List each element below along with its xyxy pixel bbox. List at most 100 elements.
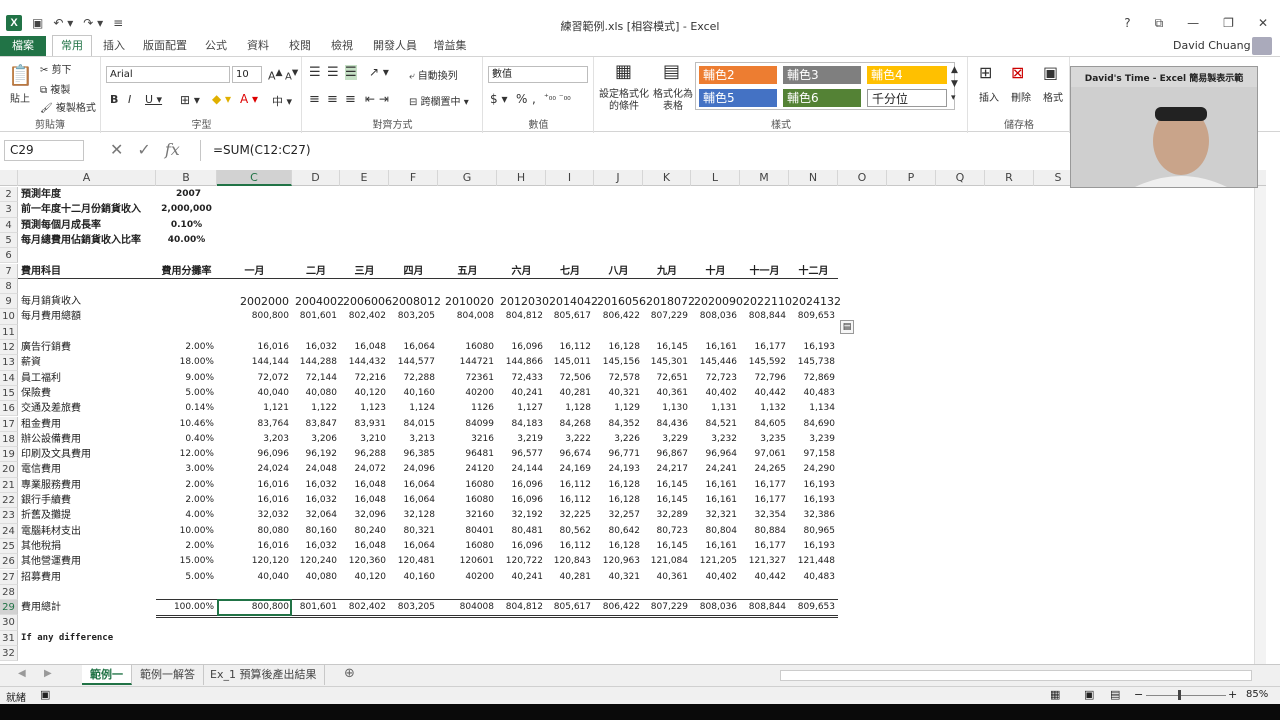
format-cells-button[interactable]: 格式 (1043, 89, 1063, 104)
expense-name[interactable]: 廣告行銷費 (21, 340, 153, 355)
comma-icon[interactable]: , (532, 92, 536, 106)
expense-value[interactable]: 32160 (441, 508, 494, 523)
total-value[interactable]: 808,036 (694, 600, 737, 615)
expense-value[interactable]: 16,064 (392, 493, 436, 508)
fill-color-icon[interactable]: ◆ ▾ (212, 92, 231, 106)
column-header-h[interactable]: H (497, 170, 546, 186)
align-center-icon[interactable]: ≡ (327, 92, 338, 107)
expense-value[interactable]: 16,128 (597, 340, 641, 355)
align-top-icon[interactable]: ☰ (309, 65, 321, 80)
expense-value[interactable]: 40,120 (343, 570, 387, 585)
tab-file[interactable]: 檔案 (0, 36, 46, 56)
expense-value[interactable]: 80401 (441, 524, 494, 539)
expense-value[interactable]: 80,642 (597, 524, 641, 539)
row-header-15[interactable]: 15 (0, 385, 18, 402)
expense-value[interactable]: 16,096 (500, 539, 544, 554)
sales-value[interactable]: 2006006 (343, 294, 392, 309)
sales-value[interactable]: 2020090 (694, 294, 743, 309)
cell-style-accent5[interactable]: 輔色5 (699, 89, 777, 107)
expense-name[interactable]: 印刷及文具費用 (21, 447, 153, 462)
expense-value[interactable]: 16080 (441, 478, 494, 493)
total-expense-value[interactable]: 808,844 (743, 309, 786, 324)
sales-value[interactable]: 2016056 (597, 294, 646, 309)
row-header-16[interactable]: 16 (0, 401, 18, 417)
expense-name[interactable]: 辦公設備費用 (21, 432, 153, 447)
expense-value[interactable]: 40,281 (549, 386, 592, 401)
font-color-icon[interactable]: A ▾ (240, 92, 258, 106)
expense-name[interactable]: 員工福利 (21, 371, 153, 386)
header-month[interactable]: 十一月 (743, 264, 786, 279)
expense-value[interactable]: 16,193 (792, 340, 836, 355)
tab-data[interactable]: 資料 (242, 36, 274, 56)
cell-style-comma[interactable]: 千分位 (867, 89, 947, 107)
expense-value[interactable]: 145,592 (743, 355, 786, 370)
expense-value[interactable]: 24,144 (500, 462, 544, 477)
expense-value[interactable]: 72,216 (343, 371, 387, 386)
delete-cells-button[interactable]: 刪除 (1011, 89, 1031, 104)
expense-value[interactable]: 16,048 (343, 493, 387, 508)
expense-value[interactable]: 16,096 (500, 340, 544, 355)
indent-icons[interactable]: ⇤ ⇥ (365, 92, 389, 106)
tab-addins[interactable]: 增益集 (430, 36, 470, 56)
expense-value[interactable]: 120,240 (295, 554, 337, 569)
expense-value[interactable]: 120,963 (597, 554, 640, 569)
row-header-28[interactable]: 28 (0, 584, 18, 601)
expense-value[interactable]: 24,241 (694, 462, 738, 477)
expense-value[interactable]: 72,288 (392, 371, 436, 386)
expense-name[interactable]: 其他稅捐 (21, 539, 153, 554)
close-icon[interactable]: ✕ (1258, 16, 1268, 31)
column-header-c[interactable]: C (217, 170, 292, 186)
expense-value[interactable]: 40200 (441, 386, 494, 401)
expense-value[interactable]: 84,521 (694, 417, 738, 432)
expense-value[interactable]: 32,064 (295, 508, 338, 523)
total-value[interactable]: 801,601 (295, 600, 337, 615)
expense-value[interactable]: 96,964 (694, 447, 738, 462)
expense-value[interactable]: 1,122 (295, 401, 337, 416)
expense-value[interactable]: 72,869 (792, 371, 836, 386)
expense-value[interactable]: 16,177 (743, 340, 787, 355)
expense-value[interactable]: 83,764 (220, 417, 290, 432)
column-header-o[interactable]: O (838, 170, 887, 186)
add-sheet-icon[interactable]: ⊕ (344, 666, 355, 681)
font-name-select[interactable]: Arial (106, 66, 230, 83)
expense-value[interactable]: 3,226 (597, 432, 640, 447)
expense-ratio[interactable]: 3.00% (159, 462, 214, 477)
total-value[interactable]: 802,402 (343, 600, 386, 615)
row-header-4[interactable]: 4 (0, 217, 18, 233)
expense-value[interactable]: 145,301 (646, 355, 688, 370)
total-expense-value[interactable]: 802,402 (343, 309, 386, 324)
restore-icon[interactable]: ❐ (1223, 16, 1234, 31)
expense-value[interactable]: 120,120 (220, 554, 289, 569)
expense-ratio[interactable]: 5.00% (159, 386, 214, 401)
phonetic-icon[interactable]: 中 ▾ (272, 93, 292, 109)
zoom-slider[interactable] (1146, 695, 1226, 696)
expense-value[interactable]: 80,804 (694, 524, 738, 539)
param-label[interactable]: 預測年度 (21, 187, 181, 202)
expense-value[interactable]: 40,160 (392, 570, 436, 585)
expense-value[interactable]: 80,160 (295, 524, 338, 539)
expense-value[interactable]: 1,134 (792, 401, 835, 416)
expense-value[interactable]: 32,354 (743, 508, 787, 523)
expense-value[interactable]: 24,290 (792, 462, 836, 477)
expense-value[interactable]: 80,321 (392, 524, 436, 539)
zoom-in-icon[interactable]: + (1228, 688, 1237, 701)
align-left-icon[interactable]: ≡ (309, 92, 320, 107)
expense-value[interactable]: 16,128 (597, 539, 641, 554)
expense-value[interactable]: 24,096 (392, 462, 436, 477)
tab-home[interactable]: 常用 (52, 35, 92, 57)
sheet-tab-2[interactable]: 範例一解答 (132, 665, 204, 685)
expense-name[interactable]: 其他營運費用 (21, 554, 153, 569)
page-layout-view-icon[interactable]: ▣ (1084, 688, 1094, 701)
expense-value[interactable]: 16080 (441, 539, 494, 554)
sales-value[interactable]: 2014042 (549, 294, 598, 309)
total-expense-value[interactable]: 804,008 (441, 309, 494, 324)
expense-value[interactable]: 120,722 (500, 554, 543, 569)
expense-ratio[interactable]: 0.40% (159, 432, 214, 447)
name-box[interactable]: C29 (4, 140, 84, 161)
insert-cells-button[interactable]: 插入 (979, 89, 999, 104)
expense-value[interactable]: 24,048 (295, 462, 338, 477)
expense-value[interactable]: 1,123 (343, 401, 386, 416)
expense-value[interactable]: 16,096 (500, 493, 544, 508)
expense-value[interactable]: 40,160 (392, 386, 436, 401)
expense-name[interactable]: 折舊及攤提 (21, 508, 153, 523)
